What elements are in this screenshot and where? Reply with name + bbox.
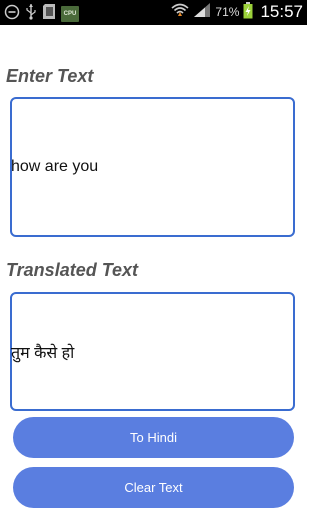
battery-percent: 71%: [215, 5, 240, 19]
status-bar: CPU 71% 15:57: [0, 0, 307, 25]
wifi-icon: [171, 2, 189, 22]
translated-text-value: तुम कैसे हो: [11, 344, 75, 362]
status-bar-system: 71% 15:57: [171, 1, 303, 23]
translated-text-label: Translated Text: [6, 260, 139, 280]
to-hindi-button[interactable]: To Hindi: [13, 417, 294, 458]
cpu-icon: CPU: [61, 5, 79, 22]
battery-charging-icon: [243, 1, 253, 23]
minus-circle-icon: [4, 4, 20, 24]
signal-strength-icon: [193, 2, 211, 22]
source-text-input[interactable]: how are you: [10, 97, 295, 237]
enter-text-label: Enter Text: [6, 66, 94, 86]
usb-icon: [25, 3, 37, 24]
clock: 15:57: [260, 2, 303, 21]
sd-card-icon: [42, 3, 56, 24]
status-bar-notifications: CPU: [4, 3, 79, 24]
clear-text-button[interactable]: Clear Text: [13, 467, 294, 508]
translated-text-field[interactable]: तुम कैसे हो: [10, 292, 295, 411]
source-text-value: how are you: [11, 158, 99, 175]
